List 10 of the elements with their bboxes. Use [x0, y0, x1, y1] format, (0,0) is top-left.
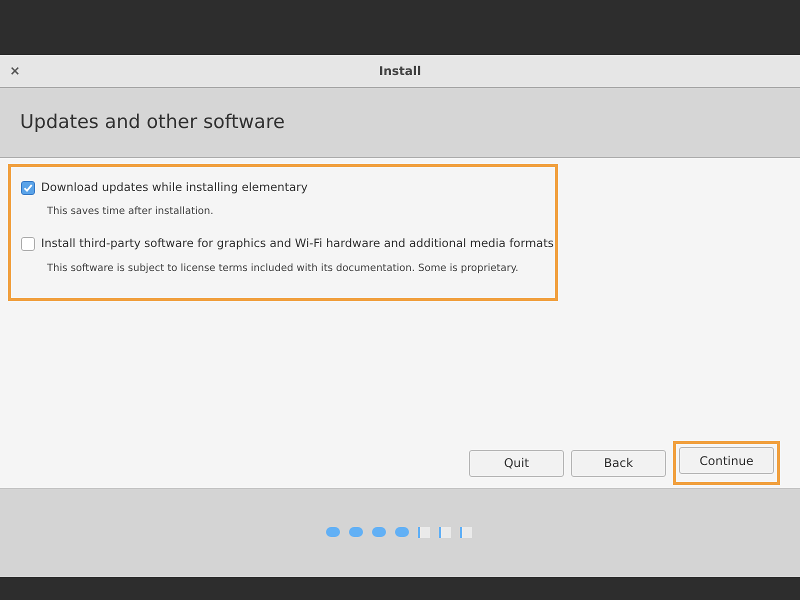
close-button[interactable]: × — [8, 62, 22, 80]
dialog-button[interactable]: Back — [571, 450, 666, 476]
option-description: This saves time after installation. — [47, 205, 214, 220]
dialog-button[interactable]: Continue — [679, 447, 774, 474]
option-label[interactable]: Install third-party software for graphics and Wi-Fi hardware and additional media formats — [41, 235, 554, 252]
option-description: This software is subject to license terms included with its documentation. Some is proprietary. — [47, 262, 520, 276]
page-title: Updates and other software — [20, 110, 285, 136]
dialog-button[interactable]: Quit — [469, 450, 564, 476]
option-label[interactable]: Download updates while installing elementary — [41, 179, 308, 196]
window-title: Install — [378, 63, 422, 80]
